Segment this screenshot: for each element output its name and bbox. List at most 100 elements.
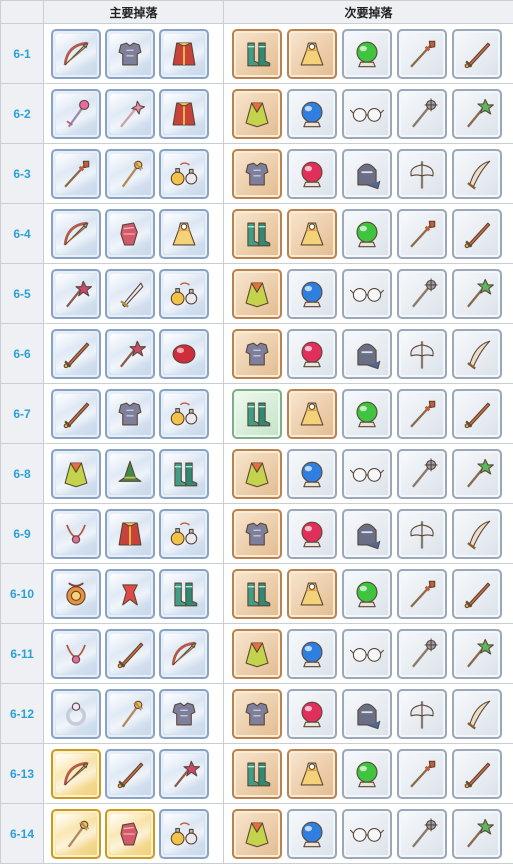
item-slot[interactable] (287, 389, 337, 439)
stage-label[interactable]: 6-3 (1, 144, 44, 204)
item-slot[interactable] (397, 89, 447, 139)
item-slot[interactable] (105, 749, 155, 799)
item-slot[interactable] (105, 449, 155, 499)
item-slot[interactable] (452, 629, 502, 679)
item-slot[interactable] (452, 29, 502, 79)
item-slot[interactable] (51, 269, 101, 319)
item-slot[interactable] (232, 29, 282, 79)
item-slot[interactable] (452, 509, 502, 559)
item-slot[interactable] (232, 629, 282, 679)
stage-label[interactable]: 6-9 (1, 504, 44, 564)
item-slot[interactable] (342, 209, 392, 259)
item-slot[interactable] (287, 629, 337, 679)
item-slot[interactable] (342, 329, 392, 379)
item-slot[interactable] (287, 329, 337, 379)
item-slot[interactable] (159, 569, 209, 619)
item-slot[interactable] (51, 209, 101, 259)
item-slot[interactable] (342, 629, 392, 679)
item-slot[interactable] (159, 449, 209, 499)
item-slot[interactable] (452, 809, 502, 859)
item-slot[interactable] (452, 689, 502, 739)
stage-label[interactable]: 6-2 (1, 84, 44, 144)
stage-label[interactable]: 6-10 (1, 564, 44, 624)
item-slot[interactable] (159, 389, 209, 439)
item-slot[interactable] (342, 569, 392, 619)
item-slot[interactable] (452, 329, 502, 379)
item-slot[interactable] (105, 89, 155, 139)
item-slot[interactable] (232, 749, 282, 799)
stage-label[interactable]: 6-1 (1, 24, 44, 84)
item-slot[interactable] (397, 449, 447, 499)
item-slot[interactable] (232, 569, 282, 619)
stage-label[interactable]: 6-5 (1, 264, 44, 324)
stage-label[interactable]: 6-4 (1, 204, 44, 264)
item-slot[interactable] (342, 449, 392, 499)
item-slot[interactable] (287, 569, 337, 619)
item-slot[interactable] (452, 269, 502, 319)
item-slot[interactable] (452, 389, 502, 439)
item-slot[interactable] (232, 149, 282, 199)
item-slot[interactable] (105, 689, 155, 739)
item-slot[interactable] (159, 29, 209, 79)
stage-label[interactable]: 6-12 (1, 684, 44, 744)
item-slot[interactable] (105, 569, 155, 619)
item-slot[interactable] (452, 449, 502, 499)
item-slot[interactable] (342, 389, 392, 439)
item-slot[interactable] (287, 269, 337, 319)
item-slot[interactable] (105, 809, 155, 859)
item-slot[interactable] (159, 809, 209, 859)
item-slot[interactable] (287, 29, 337, 79)
item-slot[interactable] (159, 209, 209, 259)
item-slot[interactable] (397, 569, 447, 619)
item-slot[interactable] (232, 689, 282, 739)
item-slot[interactable] (287, 809, 337, 859)
item-slot[interactable] (51, 749, 101, 799)
item-slot[interactable] (232, 809, 282, 859)
stage-label[interactable]: 6-13 (1, 744, 44, 804)
item-slot[interactable] (397, 809, 447, 859)
item-slot[interactable] (342, 149, 392, 199)
item-slot[interactable] (159, 749, 209, 799)
item-slot[interactable] (51, 509, 101, 559)
stage-label[interactable]: 6-8 (1, 444, 44, 504)
item-slot[interactable] (105, 389, 155, 439)
item-slot[interactable] (397, 149, 447, 199)
item-slot[interactable] (287, 149, 337, 199)
item-slot[interactable] (51, 629, 101, 679)
item-slot[interactable] (105, 149, 155, 199)
item-slot[interactable] (287, 89, 337, 139)
item-slot[interactable] (51, 329, 101, 379)
item-slot[interactable] (159, 509, 209, 559)
item-slot[interactable] (159, 629, 209, 679)
item-slot[interactable] (287, 209, 337, 259)
item-slot[interactable] (397, 749, 447, 799)
item-slot[interactable] (159, 149, 209, 199)
item-slot[interactable] (159, 689, 209, 739)
item-slot[interactable] (397, 389, 447, 439)
item-slot[interactable] (397, 689, 447, 739)
item-slot[interactable] (287, 689, 337, 739)
item-slot[interactable] (232, 209, 282, 259)
item-slot[interactable] (51, 89, 101, 139)
item-slot[interactable] (105, 269, 155, 319)
item-slot[interactable] (51, 149, 101, 199)
item-slot[interactable] (51, 389, 101, 439)
item-slot[interactable] (232, 389, 282, 439)
item-slot[interactable] (452, 209, 502, 259)
item-slot[interactable] (232, 449, 282, 499)
item-slot[interactable] (232, 509, 282, 559)
stage-label[interactable]: 6-14 (1, 804, 44, 864)
item-slot[interactable] (342, 269, 392, 319)
item-slot[interactable] (51, 689, 101, 739)
item-slot[interactable] (342, 89, 392, 139)
item-slot[interactable] (105, 29, 155, 79)
item-slot[interactable] (232, 329, 282, 379)
item-slot[interactable] (452, 89, 502, 139)
item-slot[interactable] (452, 749, 502, 799)
item-slot[interactable] (105, 209, 155, 259)
item-slot[interactable] (342, 809, 392, 859)
item-slot[interactable] (51, 569, 101, 619)
item-slot[interactable] (342, 509, 392, 559)
item-slot[interactable] (397, 509, 447, 559)
item-slot[interactable] (105, 629, 155, 679)
